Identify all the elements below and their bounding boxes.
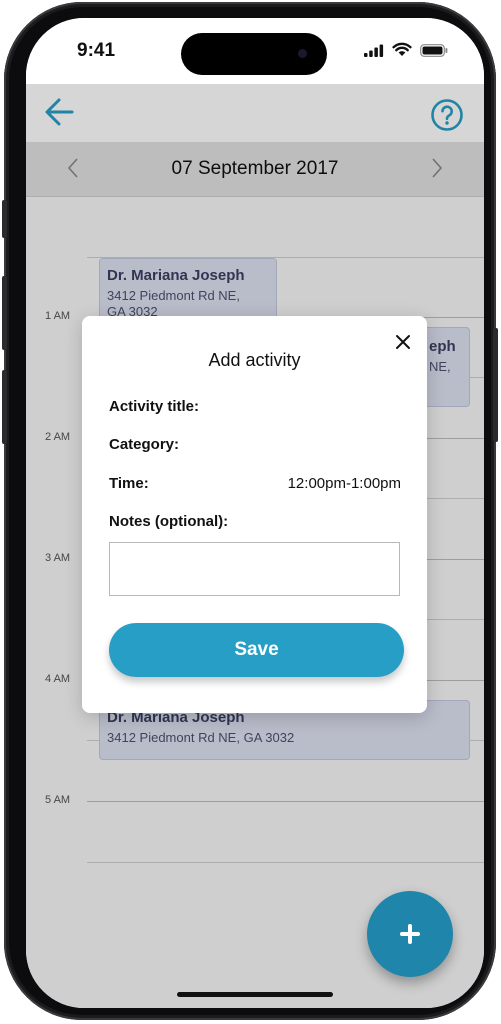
volume-down-button — [2, 370, 7, 444]
add-activity-dialog: Add activity Activity title: Category: T… — [82, 316, 427, 713]
activity-title-label: Activity title: — [109, 398, 200, 415]
volume-up-button — [2, 276, 7, 350]
add-button[interactable] — [367, 891, 453, 977]
signal-icon — [364, 44, 384, 57]
wifi-icon — [392, 42, 412, 56]
dynamic-island — [181, 33, 327, 75]
status-bar: 9:41 — [26, 18, 484, 84]
home-indicator — [177, 992, 333, 997]
notes-input[interactable] — [109, 542, 400, 596]
battery-icon — [420, 44, 448, 57]
screen: 1 AM 2 AM 3 AM 4 AM 5 AM Dr. Mariana Jos… — [26, 18, 484, 1008]
close-icon[interactable] — [393, 332, 413, 352]
silent-switch — [2, 200, 7, 238]
dialog-title: Add activity — [208, 350, 301, 370]
time-value[interactable]: 12:00pm-1:00pm — [288, 475, 401, 492]
power-button — [493, 328, 498, 442]
notes-label: Notes (optional): — [109, 513, 229, 530]
phone-frame: 1 AM 2 AM 3 AM 4 AM 5 AM Dr. Mariana Jos… — [2, 2, 498, 1020]
camera-dot — [298, 49, 307, 58]
status-time: 9:41 — [77, 40, 116, 61]
save-button[interactable]: Save — [109, 623, 404, 677]
category-label: Category: — [109, 436, 180, 453]
time-label: Time: — [109, 475, 149, 492]
plus-icon — [400, 924, 420, 944]
